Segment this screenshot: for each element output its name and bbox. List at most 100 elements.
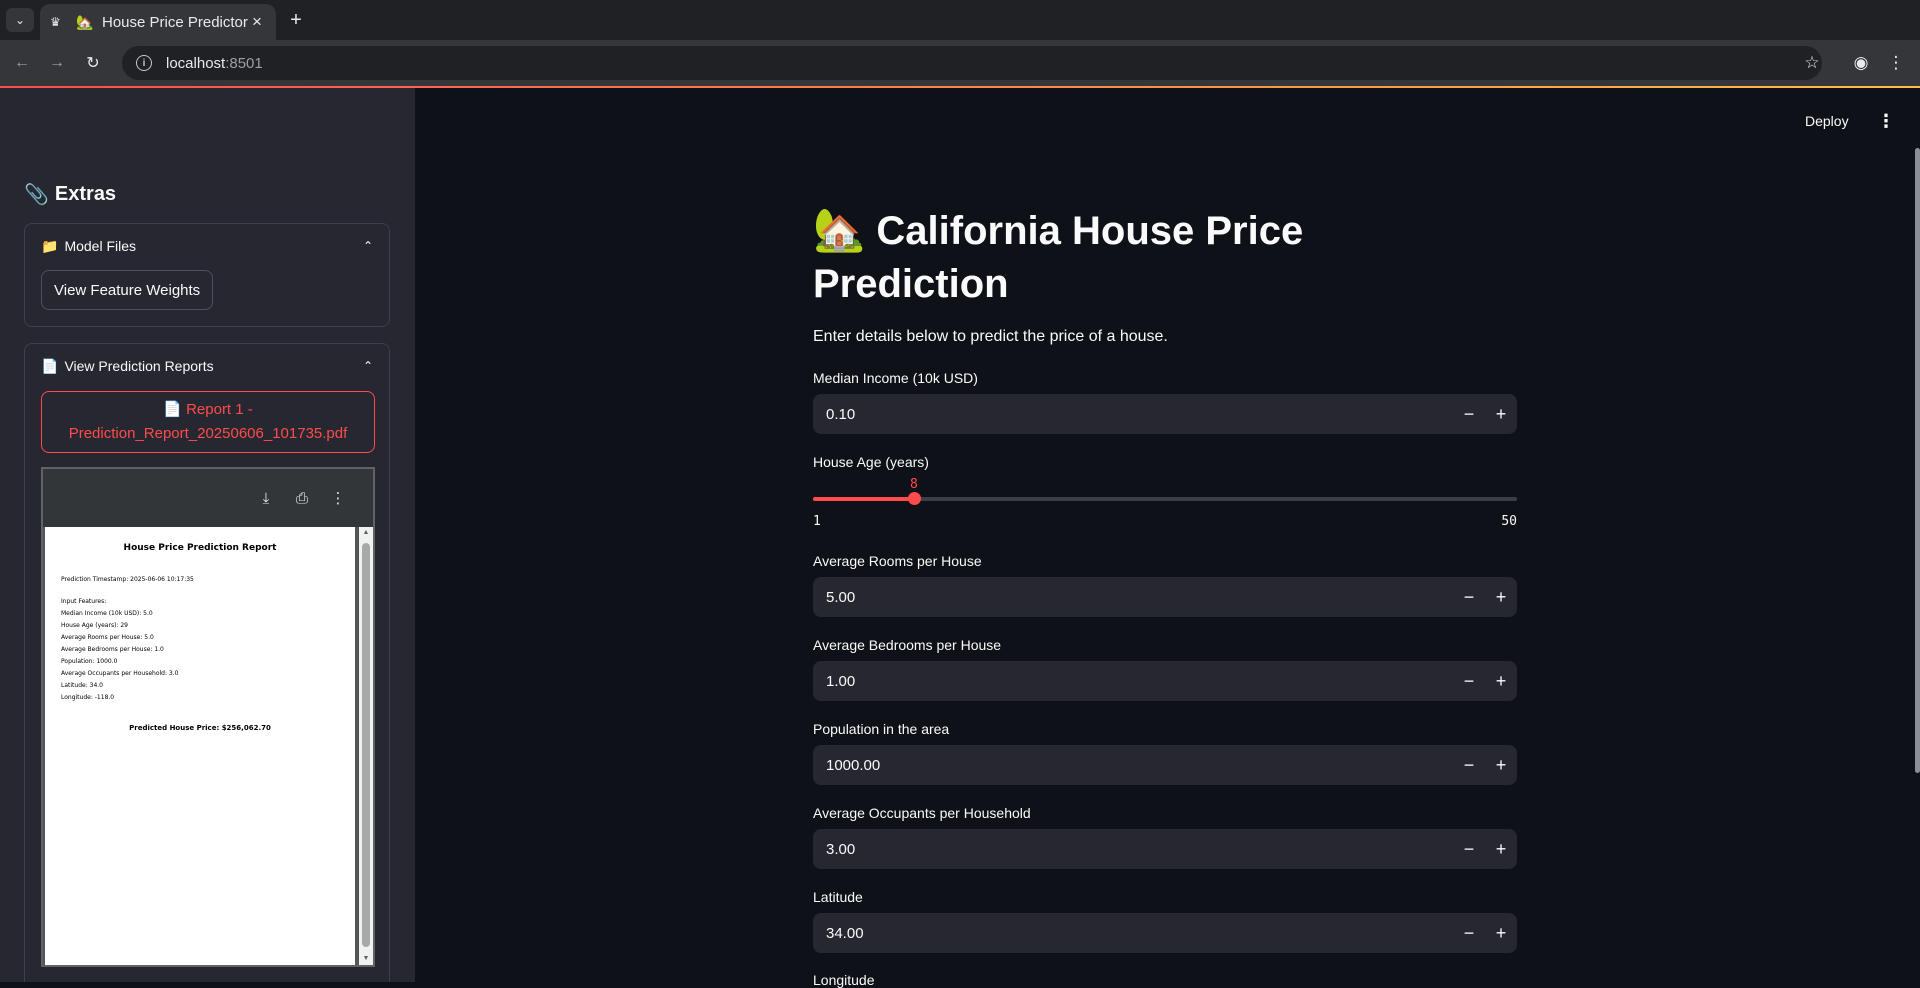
folder-icon: 📁 [41, 237, 59, 254]
median-income-label: Median Income (10k USD) [813, 370, 978, 386]
slider-fill [813, 497, 914, 501]
pdf-feature-line: Average Rooms per House: 5.0 [61, 634, 154, 641]
decrement-icon[interactable]: − [1453, 829, 1485, 869]
sidebar-heading-text: Extras [54, 183, 117, 205]
pdf-feature-line: Median Income (10k USD): 5.0 [61, 610, 153, 617]
main-scrollbar[interactable] [1915, 148, 1920, 773]
close-tab-icon[interactable]: × [248, 12, 266, 32]
population-label: Population in the area [813, 721, 950, 737]
slider-min-label: 1 [813, 514, 821, 529]
chevron-up-icon: ⌃ [362, 359, 373, 373]
pdf-predicted-price: Predicted House Price: $256,062.70 [129, 724, 271, 732]
streamlit-favicon-icon: ♛ [50, 15, 61, 29]
forward-icon[interactable]: → [45, 51, 69, 75]
sidebar: 📎 Extras 📁 Model Files ⌃ View Feature We… [0, 88, 415, 982]
browser-menu-icon[interactable]: ⋮ [1884, 51, 1908, 75]
page-subtitle: Enter details below to predict the price… [813, 328, 1168, 345]
latitude-label: Latitude [813, 889, 863, 905]
profile-icon[interactable]: ◉ [1849, 51, 1873, 75]
main-menu-icon[interactable]: ⋮ [1877, 111, 1895, 132]
deploy-button[interactable]: Deploy [1805, 113, 1849, 129]
slider-max-label: 50 [1501, 514, 1517, 529]
url-port: :8501 [225, 54, 263, 72]
model-files-expander-header[interactable]: 📁 Model Files ⌃ [25, 224, 389, 268]
decrement-icon[interactable]: − [1453, 661, 1485, 701]
pdf-scrollbar[interactable]: ▲ ▼ [359, 527, 373, 965]
population-input[interactable]: 1000.00 − + [813, 745, 1517, 785]
avg-rooms-value[interactable]: 5.00 [813, 589, 1453, 606]
avg-rooms-label: Average Rooms per House [813, 553, 982, 569]
scroll-up-icon[interactable]: ▲ [359, 529, 373, 536]
page-title-line2: Prediction [813, 262, 1009, 306]
avg-occupants-value[interactable]: 3.00 [813, 841, 1453, 858]
median-income-value[interactable]: 0.10 [813, 406, 1453, 423]
pdf-scroll-thumb[interactable] [362, 543, 370, 947]
tab-list-chevron-icon[interactable]: ⌄ [6, 8, 34, 32]
page-title-line1: California House Price [876, 209, 1304, 253]
scroll-down-icon[interactable]: ▼ [359, 955, 373, 962]
increment-icon[interactable]: + [1485, 577, 1517, 617]
house-emoji-icon: 🏡 [76, 13, 94, 30]
pdf-feature-line: Average Occupants per Household: 3.0 [61, 670, 179, 677]
increment-icon[interactable]: + [1485, 745, 1517, 785]
pdf-feature-line: Latitude: 34.0 [61, 682, 103, 689]
decrement-icon[interactable]: − [1453, 913, 1485, 953]
pdf-title: House Price Prediction Report [123, 543, 277, 553]
pdf-feature-line: Population: 1000.0 [61, 658, 118, 665]
increment-icon[interactable]: + [1485, 913, 1517, 953]
reload-icon[interactable]: ↻ [81, 51, 105, 75]
more-options-icon[interactable]: ⋮ [327, 487, 349, 509]
prediction-reports-expander: 📄 View Prediction Reports ⌃ 📄 Report 1 -… [24, 343, 390, 982]
main-area: Deploy ⋮ 🏡 California House Price Predic… [415, 88, 1920, 988]
pdf-feature-line: Average Bedrooms per House: 1.0 [61, 646, 164, 653]
pdf-feature-line: House Age (years): 29 [61, 622, 128, 629]
pdf-feature-line: Longitude: -118.0 [61, 694, 115, 701]
bookmark-star-icon[interactable]: ☆ [1800, 51, 1824, 75]
browser-tab[interactable]: ♛ 🏡 House Price Predictor × [40, 4, 276, 40]
population-value[interactable]: 1000.00 [813, 757, 1453, 774]
prediction-reports-label: View Prediction Reports [64, 358, 214, 374]
back-icon[interactable]: ← [10, 51, 34, 75]
new-tab-icon[interactable]: + [282, 8, 310, 32]
latitude-value[interactable]: 34.00 [813, 925, 1453, 942]
sidebar-heading: 📎 Extras [24, 182, 116, 207]
increment-icon[interactable]: + [1485, 829, 1517, 869]
view-feature-weights-button[interactable]: View Feature Weights [41, 270, 214, 310]
house-age-slider[interactable] [813, 492, 1517, 505]
decrement-icon[interactable]: − [1453, 577, 1485, 617]
avg-occupants-label: Average Occupants per Household [813, 805, 1031, 821]
browser-toolbar: ← → ↻ i localhost:8501 ☆ ◉ ⋮ [0, 40, 1920, 86]
avg-bedrooms-input[interactable]: 1.00 − + [813, 661, 1517, 701]
model-files-expander: 📁 Model Files ⌃ View Feature Weights [24, 223, 390, 327]
document-icon: 📄 [41, 357, 59, 374]
decrement-icon[interactable]: − [1453, 745, 1485, 785]
avg-rooms-input[interactable]: 5.00 − + [813, 577, 1517, 617]
model-files-label: Model Files [64, 238, 137, 254]
increment-icon[interactable]: + [1485, 394, 1517, 434]
avg-bedrooms-value[interactable]: 1.00 [813, 673, 1453, 690]
latitude-input[interactable]: 34.00 − + [813, 913, 1517, 953]
prediction-reports-expander-header[interactable]: 📄 View Prediction Reports ⌃ [25, 344, 389, 388]
url-host: localhost [166, 54, 226, 72]
chevron-up-icon: ⌃ [362, 239, 373, 253]
report-1-button[interactable]: 📄 Report 1 - Prediction_Report_20250606_… [41, 391, 375, 453]
pdf-viewer[interactable]: ⤓ ⎙ ⋮ House Price Prediction Report Pred… [41, 467, 375, 967]
download-icon[interactable]: ⤓ [255, 487, 277, 509]
paperclip-icon: 📎 [24, 184, 49, 206]
house-age-label: House Age (years) [813, 454, 929, 470]
document-icon: 📄 [163, 401, 187, 418]
increment-icon[interactable]: + [1485, 661, 1517, 701]
avg-occupants-input[interactable]: 3.00 − + [813, 829, 1517, 869]
median-income-input[interactable]: 0.10 − + [813, 394, 1517, 434]
report-button-line2: Prediction_Report_20250606_101735.pdf [68, 425, 348, 442]
page-title: 🏡 California House Price Prediction [813, 203, 1517, 311]
decrement-icon[interactable]: − [1453, 394, 1485, 434]
pdf-toolbar: ⤓ ⎙ ⋮ [43, 469, 373, 527]
longitude-label: Longitude [813, 972, 875, 988]
slider-thumb[interactable] [908, 492, 921, 505]
print-icon[interactable]: ⎙ [291, 487, 313, 509]
address-bar[interactable]: i localhost:8501 [122, 46, 1822, 80]
site-info-icon[interactable]: i [136, 55, 152, 71]
pdf-page: House Price Prediction Report Prediction… [45, 527, 355, 965]
tab-title: House Price Predictor [102, 13, 248, 31]
